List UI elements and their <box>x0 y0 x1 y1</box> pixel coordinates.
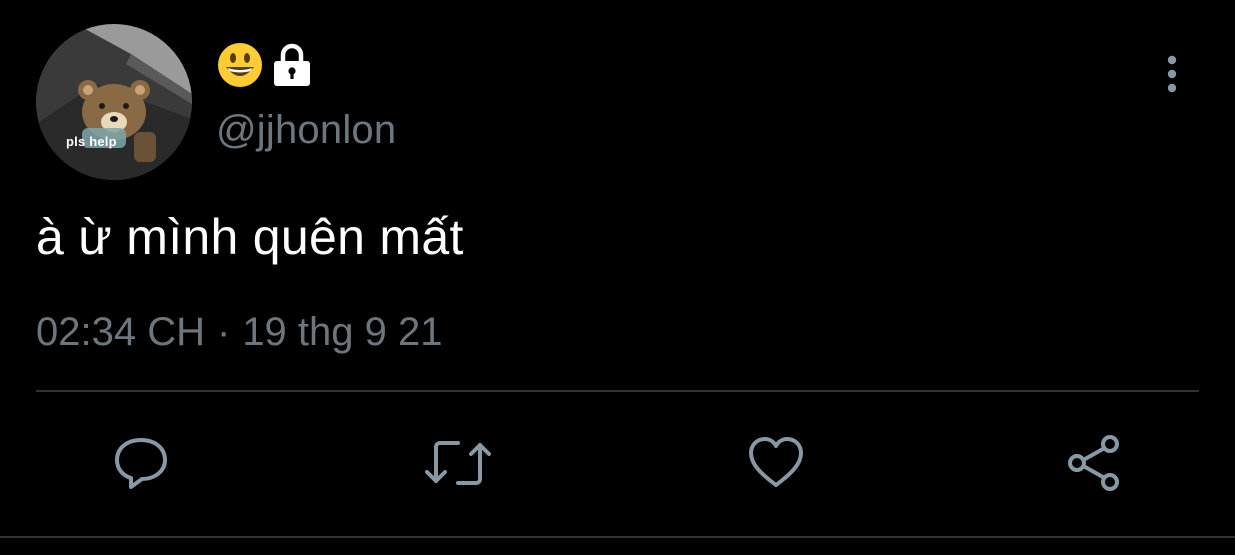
avatar[interactable]: pls help <box>36 24 192 180</box>
tweet-text: à ừ mình quên mất <box>36 209 464 265</box>
reply-button[interactable] <box>108 430 174 496</box>
tweet-date: 19 thg 9 21 <box>242 310 443 354</box>
heart-icon <box>749 437 803 487</box>
avatar-caption: pls help <box>66 134 117 149</box>
retweet-icon <box>425 441 491 485</box>
display-name[interactable] <box>216 40 314 90</box>
share-button[interactable] <box>1062 430 1128 496</box>
like-button[interactable] <box>743 430 809 496</box>
timestamp-separator: · <box>216 310 231 354</box>
avatar-image <box>36 24 192 180</box>
tweet-timestamp[interactable]: 02:34 CH · 19 thg 9 21 <box>36 310 443 355</box>
grinning-face-emoji-icon <box>218 43 262 87</box>
retweet-button[interactable] <box>425 430 491 496</box>
more-vertical-icon <box>1167 55 1177 93</box>
divider <box>36 390 1199 392</box>
bottom-divider <box>0 536 1235 538</box>
tweet-detail: pls help @jjhonlon à ừ mình quên mất 02: <box>0 0 1235 555</box>
more-options-button[interactable] <box>1150 52 1194 96</box>
reply-icon <box>115 438 167 489</box>
tweet-time: 02:34 CH <box>36 310 205 354</box>
share-icon <box>1068 435 1119 491</box>
user-handle[interactable]: @jjhonlon <box>216 108 396 153</box>
lock-icon <box>274 43 310 86</box>
